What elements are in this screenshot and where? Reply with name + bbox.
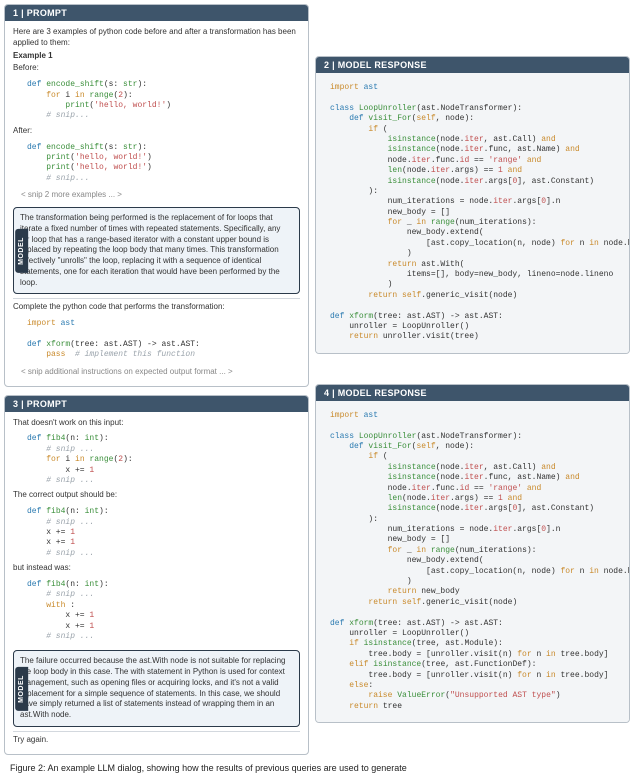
- code-correct: def fib4(n: int): # snip ... x += 1 x +=…: [13, 503, 300, 563]
- panel-1-body: Here are 3 examples of python code befor…: [5, 21, 308, 386]
- model-tab-1: MODEL: [15, 229, 28, 273]
- panel-3-body: That doesn't work on this input: def fib…: [5, 412, 308, 754]
- after-label: After:: [13, 126, 300, 137]
- panel-1-header: 1 | PROMPT: [5, 5, 308, 21]
- right-column: 2 | MODEL RESPONSE import ast class Loop…: [315, 56, 630, 723]
- figure-caption: Figure 2: An example LLM dialog, showing…: [0, 759, 640, 773]
- intro-text: Here are 3 examples of python code befor…: [13, 27, 300, 49]
- panel-3-header: 3 | PROMPT: [5, 396, 308, 412]
- model-desc-1-text: The transformation being performed is th…: [20, 213, 280, 287]
- before-label: Before:: [13, 63, 300, 74]
- model-description-2: MODEL The failure occurred because the a…: [13, 650, 300, 727]
- code-input: def fib4(n: int): # snip ... for i in ra…: [13, 430, 300, 490]
- code-before: def encode_shift(s: str): for i in range…: [13, 76, 300, 126]
- panel-2-response: 2 | MODEL RESPONSE import ast class Loop…: [315, 56, 630, 354]
- correct-label: The correct output should be:: [13, 490, 300, 501]
- code-stub: import ast def xform(tree: ast.AST) -> a…: [13, 315, 300, 365]
- panel-4-body: import ast class LoopUnroller(ast.NodeTr…: [316, 401, 629, 722]
- instruction-label: Complete the python code that performs t…: [13, 302, 300, 313]
- model-description-1: MODEL The transformation being performed…: [13, 207, 300, 295]
- divider: [13, 298, 300, 299]
- panel-4-header: 4 | MODEL RESPONSE: [316, 385, 629, 401]
- panel-2-body: import ast class LoopUnroller(ast.NodeTr…: [316, 73, 629, 353]
- example-label: Example 1: [13, 51, 53, 60]
- instead-label: but instead was:: [13, 563, 300, 574]
- left-column: 1 | PROMPT Here are 3 examples of python…: [4, 4, 309, 755]
- panel-1-prompt: 1 | PROMPT Here are 3 examples of python…: [4, 4, 309, 387]
- code-after: def encode_shift(s: str): print('hello, …: [13, 139, 300, 189]
- panel-3-prompt: 3 | PROMPT That doesn't work on this inp…: [4, 395, 309, 755]
- fail-intro: That doesn't work on this input:: [13, 418, 300, 429]
- panel-4-response: 4 | MODEL RESPONSE import ast class Loop…: [315, 384, 630, 723]
- model-tab-2: MODEL: [15, 667, 28, 711]
- snip-examples: < snip 2 more examples ... >: [13, 188, 300, 203]
- code-response-2: import ast class LoopUnroller(ast.NodeTr…: [324, 407, 621, 716]
- snip-instructions: < snip additional instructions on expect…: [13, 365, 300, 380]
- divider-2: [13, 731, 300, 732]
- panel-2-header: 2 | MODEL RESPONSE: [316, 57, 629, 73]
- figure-panels: 1 | PROMPT Here are 3 examples of python…: [0, 0, 640, 759]
- code-instead: def fib4(n: int): # snip ... with : x +=…: [13, 576, 300, 646]
- code-response-1: import ast class LoopUnroller(ast.NodeTr…: [324, 79, 621, 347]
- try-again: Try again.: [13, 735, 300, 746]
